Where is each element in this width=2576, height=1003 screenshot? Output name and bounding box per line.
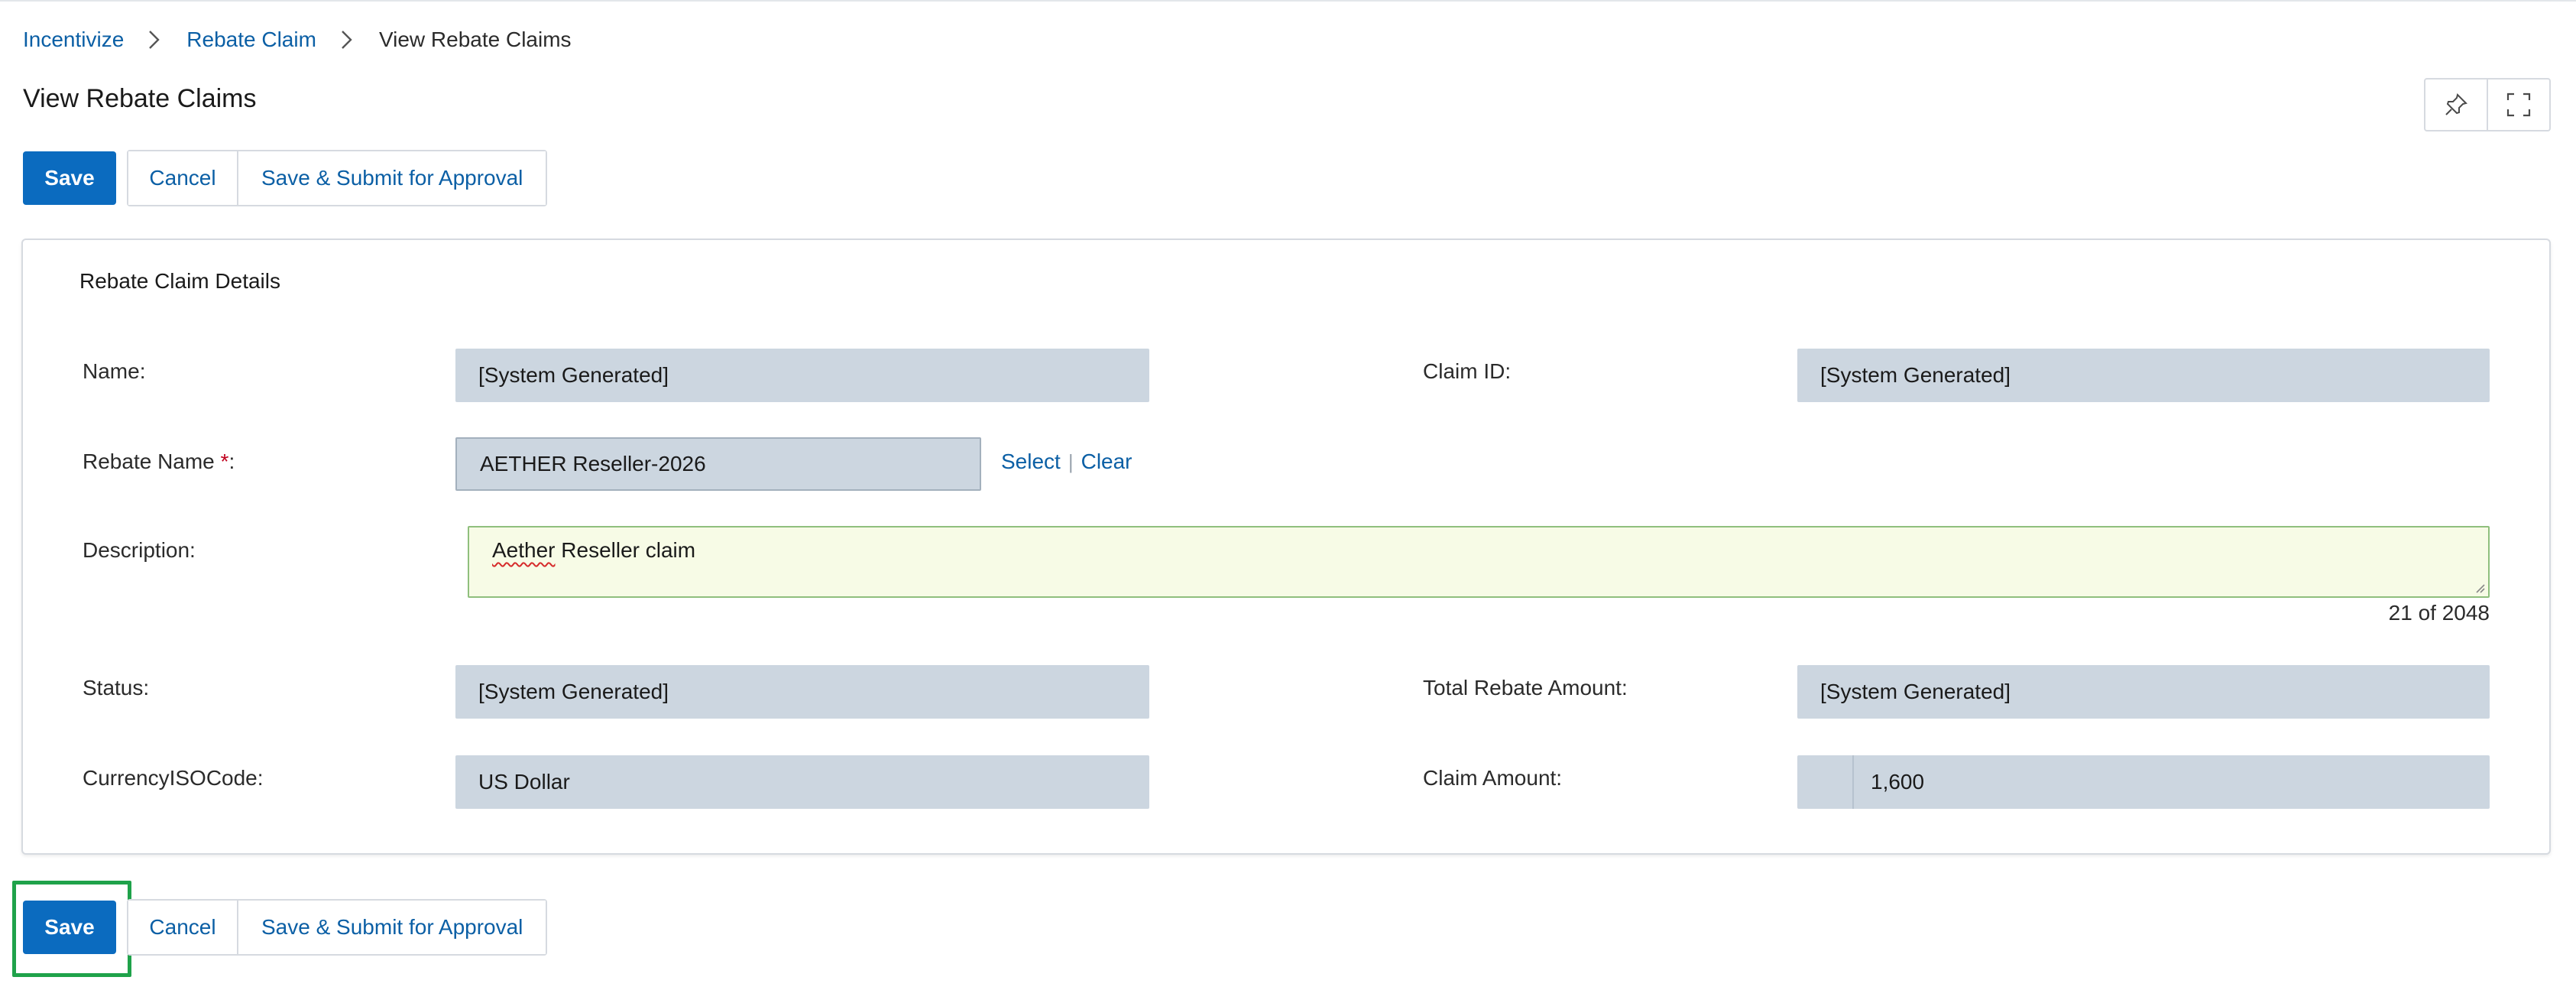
pin-icon bbox=[2445, 93, 2467, 115]
currency-label: CurrencyISOCode: bbox=[83, 766, 264, 790]
rebate-name-field[interactable]: AETHER Reseller-2026 bbox=[455, 437, 981, 491]
required-marker: * bbox=[220, 450, 229, 473]
save-button-top[interactable]: Save bbox=[23, 151, 116, 205]
section-title: Rebate Claim Details bbox=[79, 269, 280, 293]
claim-amount-label: Claim Amount: bbox=[1423, 766, 1563, 790]
rebate-name-label-colon: : bbox=[228, 450, 235, 473]
breadcrumb-rebate-claim[interactable]: Rebate Claim bbox=[186, 28, 316, 52]
page-title: View Rebate Claims bbox=[23, 84, 257, 113]
status-label: Status: bbox=[83, 676, 150, 700]
name-value: [System Generated] bbox=[478, 363, 669, 387]
cancel-button-top[interactable]: Cancel bbox=[128, 151, 237, 205]
claim-id-field: [System Generated] bbox=[1797, 349, 2490, 402]
status-value: [System Generated] bbox=[478, 680, 669, 703]
total-rebate-label: Total Rebate Amount: bbox=[1423, 676, 1628, 700]
save-submit-button-top[interactable]: Save & Submit for Approval bbox=[237, 151, 546, 205]
chevron-right-icon bbox=[139, 26, 171, 54]
claim-amount-field[interactable]: 1,600 bbox=[1797, 755, 2490, 809]
rebate-name-value: AETHER Reseller-2026 bbox=[480, 452, 706, 476]
bottom-action-bar: Save Cancel Save & Submit for Approval bbox=[23, 899, 548, 956]
currency-field: US Dollar bbox=[455, 755, 1149, 809]
save-submit-button-bottom[interactable]: Save & Submit for Approval bbox=[237, 901, 546, 954]
resize-grip-icon[interactable] bbox=[2474, 583, 2485, 593]
top-action-bar: Save Cancel Save & Submit for Approval bbox=[23, 150, 548, 206]
total-rebate-value: [System Generated] bbox=[1820, 680, 2011, 703]
claim-id-label: Claim ID: bbox=[1423, 359, 1512, 383]
breadcrumb: Incentivize Rebate Claim View Rebate Cla… bbox=[23, 26, 572, 54]
fullscreen-icon bbox=[2506, 93, 2531, 117]
currency-prefix-slot bbox=[1797, 755, 1854, 809]
select-rebate-link[interactable]: Select bbox=[1001, 450, 1061, 474]
fullscreen-button[interactable] bbox=[2487, 80, 2549, 130]
total-rebate-field: [System Generated] bbox=[1797, 665, 2490, 719]
link-separator: | bbox=[1068, 450, 1074, 473]
rebate-name-label-text: Rebate Name bbox=[83, 450, 221, 473]
description-value-rest: Reseller claim bbox=[555, 538, 696, 562]
cancel-button-bottom[interactable]: Cancel bbox=[128, 901, 237, 954]
description-value-misspelled: Aether bbox=[492, 538, 556, 562]
character-counter: 21 of 2048 bbox=[2388, 601, 2490, 625]
rebate-name-label: Rebate Name *: bbox=[83, 450, 235, 474]
name-label: Name: bbox=[83, 359, 146, 383]
claim-id-value: [System Generated] bbox=[1820, 363, 2011, 387]
pin-button[interactable] bbox=[2425, 80, 2487, 130]
claim-amount-value: 1,600 bbox=[1871, 770, 1925, 794]
header-icon-group bbox=[2424, 78, 2551, 131]
secondary-actions-top: Cancel Save & Submit for Approval bbox=[127, 150, 548, 206]
currency-value: US Dollar bbox=[478, 770, 570, 794]
clear-rebate-link[interactable]: Clear bbox=[1081, 450, 1132, 474]
top-divider bbox=[0, 0, 2576, 2]
secondary-actions-bottom: Cancel Save & Submit for Approval bbox=[127, 899, 548, 956]
description-textarea[interactable]: Aether Reseller claim bbox=[468, 526, 2490, 598]
description-label: Description: bbox=[83, 538, 196, 562]
save-button-bottom[interactable]: Save bbox=[23, 901, 116, 954]
breadcrumb-current: View Rebate Claims bbox=[378, 28, 572, 51]
name-field: [System Generated] bbox=[455, 349, 1149, 402]
rebate-name-actions: Select | Clear bbox=[1001, 450, 1132, 474]
status-field: [System Generated] bbox=[455, 665, 1149, 719]
breadcrumb-incentivize[interactable]: Incentivize bbox=[23, 28, 124, 52]
chevron-right-icon bbox=[332, 26, 364, 54]
